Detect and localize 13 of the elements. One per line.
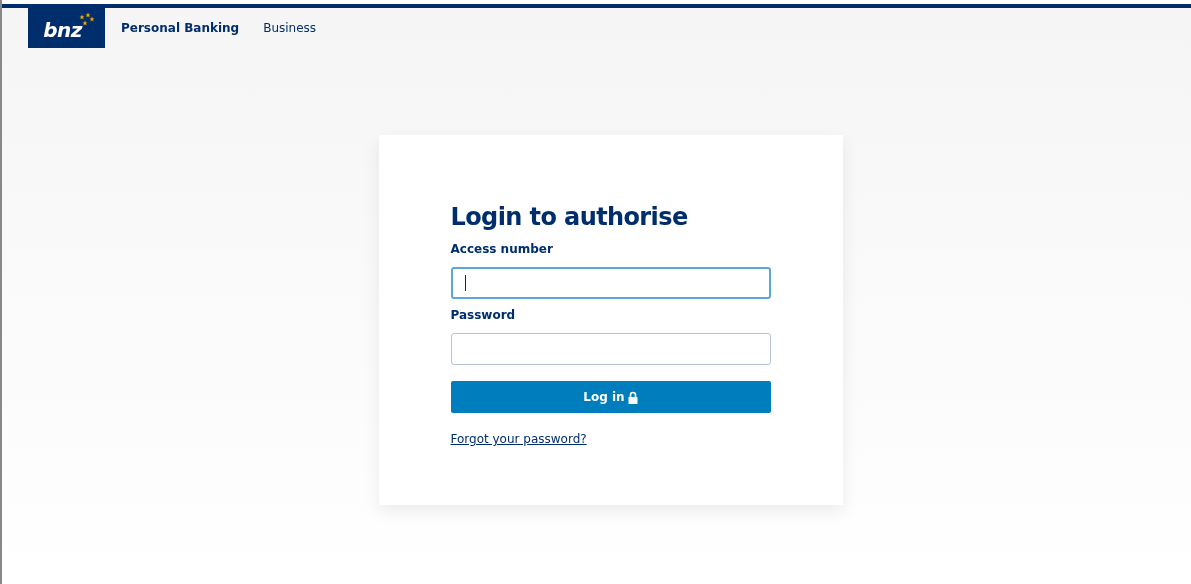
input-field[interactable] xyxy=(450,333,771,365)
input-field[interactable] xyxy=(450,267,771,299)
lock-icon xyxy=(627,390,638,404)
forgot-password-link[interactable]: Forgot your password? xyxy=(450,430,587,448)
nav-link[interactable]: Personal Banking xyxy=(121,19,240,37)
text-cursor xyxy=(464,275,466,291)
field-label: Access number xyxy=(450,241,554,258)
logo-text: bnz xyxy=(43,17,82,44)
login-title: Login to authorise xyxy=(450,202,689,233)
field-label: Password xyxy=(450,307,517,324)
bnz-logo[interactable]: bnz xyxy=(28,8,105,48)
login-button[interactable]: Log in xyxy=(450,381,771,413)
nav-link[interactable]: Business xyxy=(263,19,317,37)
